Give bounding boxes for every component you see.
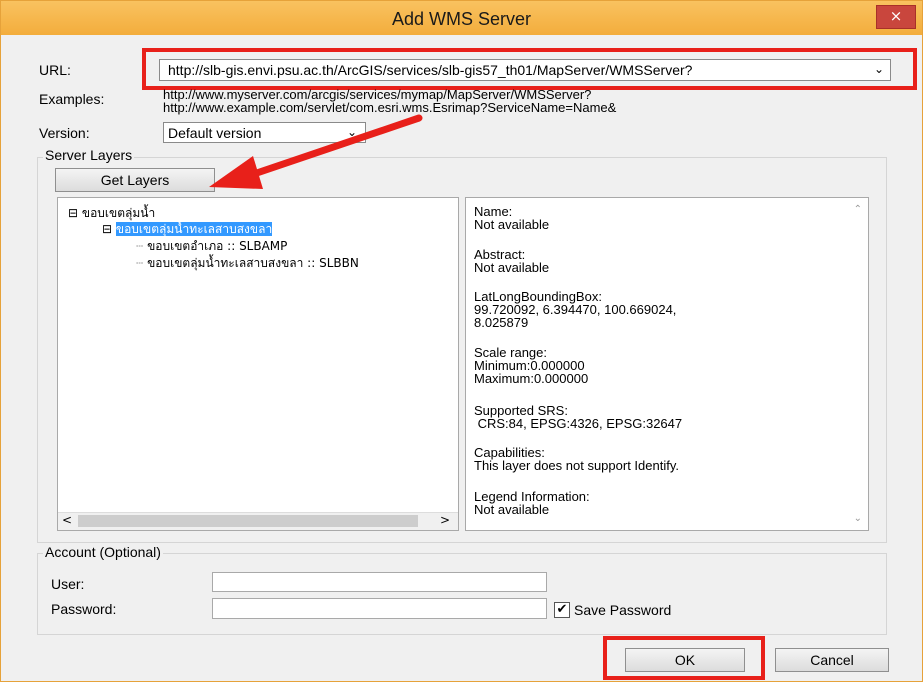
info-capabilities: Capabilities: This layer does not suppor… [474, 446, 679, 472]
add-wms-server-dialog: Add WMS Server × URL: http://slb-gis.env… [0, 0, 923, 682]
info-abstract: Abstract: Not available [474, 248, 549, 274]
example-line-2: http://www.example.com/servlet/com.esri.… [163, 100, 617, 115]
tree-item-label: ขอบเขตลุ่มน้ำ [81, 206, 156, 220]
version-value: Default version [168, 125, 262, 141]
close-icon: × [889, 7, 903, 25]
get-layers-button[interactable]: Get Layers [55, 168, 215, 192]
examples-label: Examples: [39, 91, 105, 107]
tree-expander-icon[interactable]: ⊟ [68, 206, 78, 220]
title-bar[interactable]: Add WMS Server × [1, 1, 922, 35]
close-button[interactable]: × [876, 5, 916, 29]
user-label: User: [51, 576, 85, 592]
dropdown-chevron-icon: ⌄ [346, 125, 357, 139]
info-bbox: LatLongBoundingBox: 99.720092, 6.394470,… [474, 290, 676, 329]
user-field[interactable] [212, 572, 547, 592]
cancel-button[interactable]: Cancel [775, 648, 889, 672]
checkbox-check-icon: ✔ [556, 602, 568, 617]
info-abstract-value: Not available [474, 260, 550, 275]
info-capabilities-value: This layer does not support Identify. [474, 458, 679, 473]
info-scale: Scale range: Minimum:0.000000 Maximum:0.… [474, 346, 588, 385]
password-field[interactable] [212, 598, 547, 619]
tree-connector: ┄ [136, 256, 144, 270]
account-title: Account (Optional) [43, 544, 163, 560]
save-password-label[interactable]: Save Password [574, 602, 671, 618]
tree-item-label: ขอบเขตลุ่มน้ำทะเลสาบสงขลา :: SLBBN [147, 256, 359, 270]
window-title: Add WMS Server [391, 9, 532, 29]
info-name: Name: Not available [474, 205, 549, 231]
version-select[interactable]: Default version ⌄ [163, 122, 366, 143]
info-srs: Supported SRS: CRS:84, EPSG:4326, EPSG:3… [474, 404, 682, 430]
info-legend: Legend Information: Not available [474, 490, 590, 516]
ok-button[interactable]: OK [625, 648, 745, 672]
tree-item-label: ขอบเขตอำเภอ :: SLBAMP [147, 239, 288, 253]
server-layers-title: Server Layers [43, 147, 135, 163]
tree-expander-icon[interactable]: ⊟ [102, 222, 112, 236]
tree-connector: ┄ [136, 239, 144, 253]
scroll-left-icon[interactable]: < [62, 513, 72, 527]
info-srs-value: CRS:84, EPSG:4326, EPSG:32647 [474, 416, 683, 431]
url-value: http://slb-gis.envi.psu.ac.th/ArcGIS/ser… [168, 62, 693, 78]
info-legend-value: Not available [474, 502, 550, 517]
account-group [37, 553, 887, 635]
url-label: URL: [39, 62, 71, 78]
layer-info-panel: Name: Not available Abstract: Not availa… [465, 197, 869, 531]
info-bbox-value-2: 8.025879 [474, 315, 529, 330]
dropdown-chevron-icon[interactable]: ⌄ [874, 62, 884, 76]
tree-item[interactable]: ┄ ขอบเขตลุ่มน้ำทะเลสาบสงขลา :: SLBBN [136, 254, 359, 273]
horizontal-scrollbar[interactable]: < > [58, 512, 458, 530]
save-password-checkbox[interactable]: ✔ [554, 602, 570, 618]
scroll-right-icon[interactable]: > [440, 513, 450, 527]
tree-item-label: ขอบเขตลุ่มน้ำทะเลสาบสงขลา [115, 222, 273, 236]
password-label: Password: [51, 601, 117, 617]
scroll-thumb[interactable] [78, 515, 418, 527]
version-label: Version: [39, 125, 90, 141]
scroll-up-icon[interactable]: ⌃ [854, 204, 862, 215]
url-combobox[interactable]: http://slb-gis.envi.psu.ac.th/ArcGIS/ser… [159, 59, 891, 81]
scroll-down-icon[interactable]: ⌄ [854, 513, 862, 524]
layer-tree[interactable]: ⊟ ขอบเขตลุ่มน้ำ ⊟ ขอบเขตลุ่มน้ำทะเลสาบสง… [57, 197, 459, 531]
info-scale-max: Maximum:0.000000 [474, 371, 589, 386]
info-name-value: Not available [474, 217, 550, 232]
